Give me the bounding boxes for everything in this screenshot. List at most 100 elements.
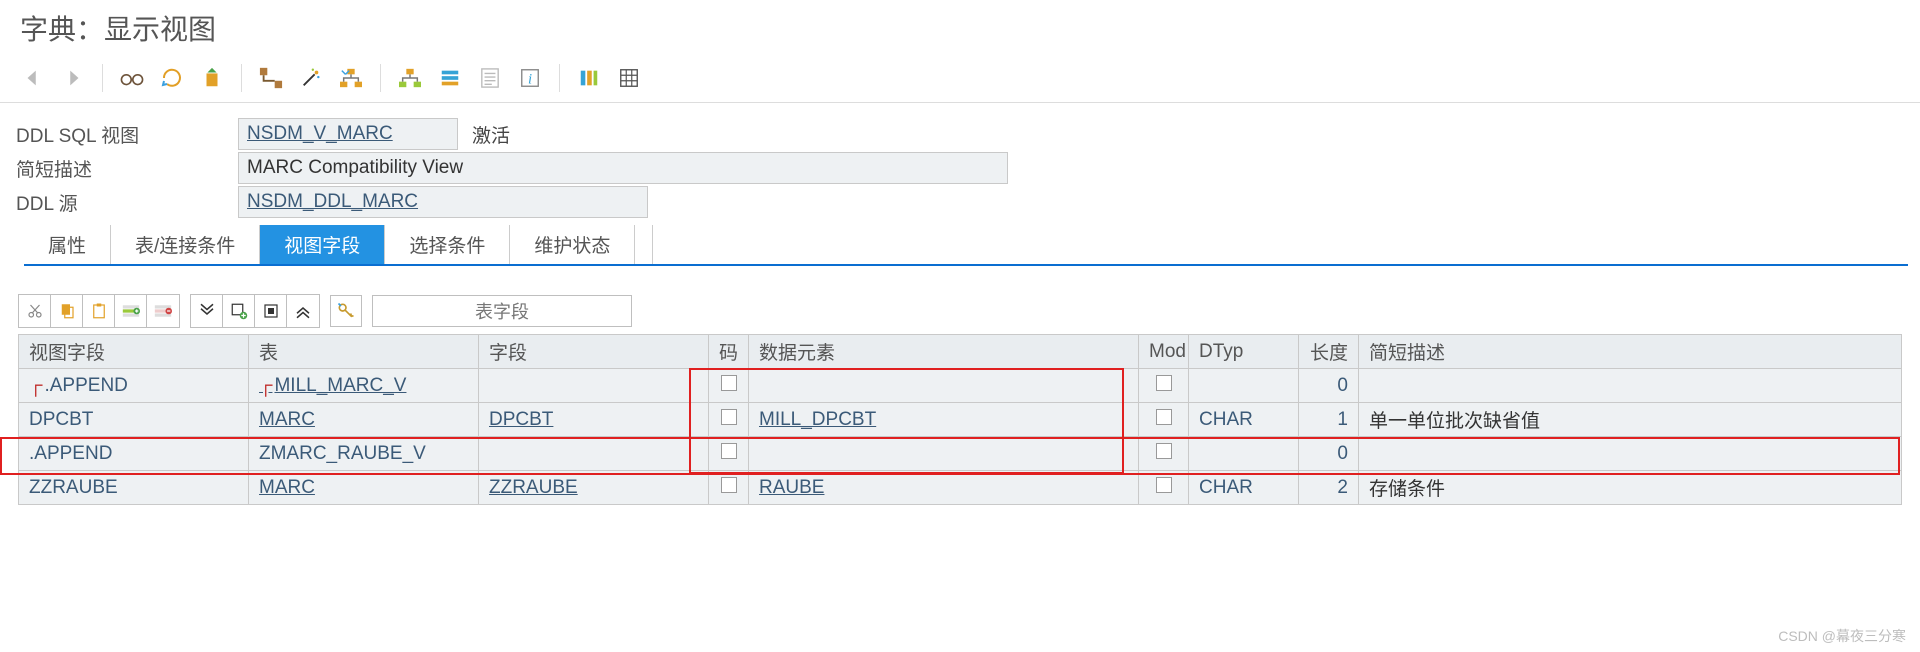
table-row[interactable]: .APPEND ZMARC_RAUBE_V 0	[19, 437, 1902, 471]
cell-table[interactable]: MARC	[249, 403, 479, 437]
ddl-source-value[interactable]: NSDM_DDL_MARC	[238, 186, 648, 218]
cell-mod[interactable]	[1139, 369, 1189, 403]
col-mod[interactable]: Mod	[1139, 335, 1189, 369]
table-fields-button[interactable]: 表字段	[372, 295, 632, 327]
col-table[interactable]: 表	[249, 335, 479, 369]
col-data-element[interactable]: 数据元素	[749, 335, 1139, 369]
cell-dtyp	[1189, 437, 1299, 471]
copy-icon[interactable]	[51, 295, 83, 327]
checkbox-icon[interactable]	[1156, 477, 1172, 493]
back-icon[interactable]	[20, 65, 46, 91]
sub-toolbar: 表字段	[0, 266, 1920, 334]
cell-key[interactable]	[709, 471, 749, 505]
checkbox-icon[interactable]	[721, 443, 737, 459]
ddl-sql-view-value[interactable]: NSDM_V_MARC	[238, 118, 458, 150]
select-all-add-icon[interactable]	[223, 295, 255, 327]
info-icon[interactable]: i	[517, 65, 543, 91]
separator	[241, 64, 242, 92]
tab-join[interactable]: 表/连接条件	[111, 225, 260, 264]
cell-length: 1	[1299, 403, 1359, 437]
cell-key[interactable]	[709, 403, 749, 437]
checkbox-icon[interactable]	[721, 375, 737, 391]
ddl-source-label: DDL 源	[12, 189, 238, 216]
cell-mod[interactable]	[1139, 403, 1189, 437]
col-dtyp[interactable]: DTyp	[1189, 335, 1299, 369]
view-fields-table: 视图字段 表 字段 码 数据元素 Mod DTyp 长度 简短描述 ┌.APPE…	[18, 334, 1902, 505]
insert-row-icon[interactable]	[115, 295, 147, 327]
structure-icon[interactable]	[397, 65, 423, 91]
forward-icon[interactable]	[60, 65, 86, 91]
cell-data-element[interactable]: MILL_DPCBT	[749, 403, 1139, 437]
cell-dtyp: CHAR	[1189, 471, 1299, 505]
checkbox-icon[interactable]	[1156, 409, 1172, 425]
wizard-icon[interactable]	[298, 65, 324, 91]
activate-icon[interactable]	[199, 65, 225, 91]
glasses-icon[interactable]	[119, 65, 145, 91]
delete-row-icon[interactable]	[147, 295, 179, 327]
where-used-icon[interactable]	[258, 65, 284, 91]
cell-data-element[interactable]: RAUBE	[749, 471, 1139, 505]
columns-color-icon[interactable]	[576, 65, 602, 91]
ddl-sql-view-label: DDL SQL 视图	[12, 121, 238, 148]
hierarchy-icon[interactable]	[338, 65, 364, 91]
cell-table[interactable]: MARC	[249, 471, 479, 505]
collapse-all-icon[interactable]	[287, 295, 319, 327]
col-key[interactable]: 码	[709, 335, 749, 369]
cell-key[interactable]	[709, 369, 749, 403]
cell-desc	[1359, 369, 1902, 403]
col-view-field[interactable]: 视图字段	[19, 335, 249, 369]
cell-desc	[1359, 437, 1902, 471]
cell-length: 0	[1299, 437, 1359, 471]
cell-key[interactable]	[709, 437, 749, 471]
status-text: 激活	[472, 121, 510, 148]
page-title: 字典：显示视图	[0, 0, 1920, 60]
checkbox-icon[interactable]	[1156, 375, 1172, 391]
cell-data-element[interactable]	[749, 369, 1139, 403]
cell-dtyp: CHAR	[1189, 403, 1299, 437]
col-field[interactable]: 字段	[479, 335, 709, 369]
tab-attributes[interactable]: 属性	[24, 225, 111, 264]
table-header-row: 视图字段 表 字段 码 数据元素 Mod DTyp 长度 简短描述	[19, 335, 1902, 369]
tab-selection[interactable]: 选择条件	[385, 225, 510, 264]
cell-table[interactable]: ┌MILL_MARC_V	[249, 369, 479, 403]
table-row[interactable]: DPCBT MARC DPCBT MILL_DPCBT CHAR 1 单一单位批…	[19, 403, 1902, 437]
checkbox-icon[interactable]	[721, 477, 737, 493]
cell-field[interactable]: DPCBT	[479, 403, 709, 437]
cell-mod[interactable]	[1139, 471, 1189, 505]
append-icon[interactable]	[437, 65, 463, 91]
cell-data-element[interactable]	[749, 437, 1139, 471]
select-all-icon[interactable]	[255, 295, 287, 327]
cell-table[interactable]: ZMARC_RAUBE_V	[249, 437, 479, 471]
expand-all-icon[interactable]	[191, 295, 223, 327]
bracket-open-icon: ┌	[29, 375, 44, 396]
tab-maintenance[interactable]: 维护状态	[510, 225, 635, 264]
grid-icon[interactable]	[616, 65, 642, 91]
separator	[559, 64, 560, 92]
col-length[interactable]: 长度	[1299, 335, 1359, 369]
col-short-desc[interactable]: 简短描述	[1359, 335, 1902, 369]
cell-field[interactable]	[479, 437, 709, 471]
cell-length: 2	[1299, 471, 1359, 505]
cell-view-field[interactable]: ZZRAUBE	[19, 471, 249, 505]
document-icon[interactable]	[477, 65, 503, 91]
cell-view-field[interactable]: DPCBT	[19, 403, 249, 437]
separator	[102, 64, 103, 92]
cell-mod[interactable]	[1139, 437, 1189, 471]
paste-icon[interactable]	[83, 295, 115, 327]
cell-field[interactable]	[479, 369, 709, 403]
cell-view-field[interactable]: ┌.APPEND	[19, 369, 249, 403]
checkbox-icon[interactable]	[1156, 443, 1172, 459]
cell-field[interactable]: ZZRAUBE	[479, 471, 709, 505]
table-row[interactable]: ┌.APPEND ┌MILL_MARC_V 0	[19, 369, 1902, 403]
cut-icon[interactable]	[19, 295, 51, 327]
refresh-icon[interactable]	[159, 65, 185, 91]
cell-view-field[interactable]: .APPEND	[19, 437, 249, 471]
checkbox-icon[interactable]	[721, 409, 737, 425]
tab-spacer	[635, 225, 653, 264]
cell-dtyp	[1189, 369, 1299, 403]
tab-viewfields[interactable]: 视图字段	[260, 225, 385, 264]
key-icon[interactable]	[330, 295, 362, 327]
view-fields-table-wrap: 视图字段 表 字段 码 数据元素 Mod DTyp 长度 简短描述 ┌.APPE…	[0, 334, 1920, 505]
table-row[interactable]: ZZRAUBE MARC ZZRAUBE RAUBE CHAR 2 存储条件	[19, 471, 1902, 505]
header-fields: DDL SQL 视图 NSDM_V_MARC 激活 简短描述 MARC Comp…	[0, 103, 1920, 266]
